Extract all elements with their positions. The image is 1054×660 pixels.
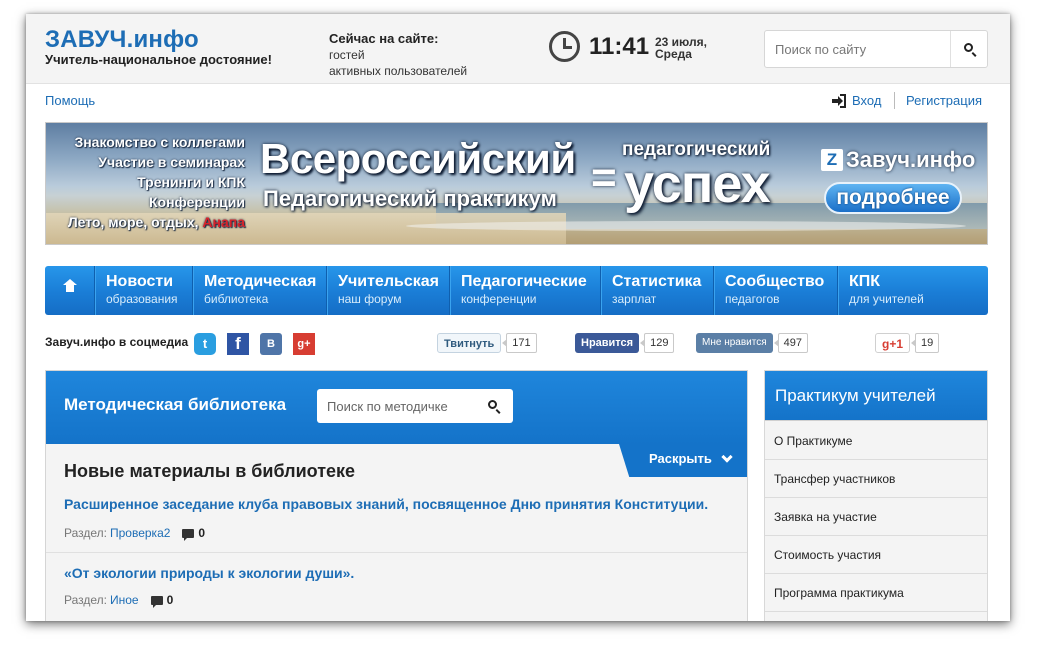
list-item: Расширенное заседание клуба правовых зна… [46,479,747,552]
online-users: активных пользователей [329,64,468,78]
vk-like: Мне нравится 497 [696,333,808,353]
library-panel: Методическая библиотека Новые материалы … [45,370,748,621]
clock-icon [549,31,580,62]
site-search [764,30,988,68]
banner-line-last: Лето, море, отдых, Анапа [67,214,245,230]
comment-icon [182,528,195,541]
vk-like-button[interactable]: Мне нравится [696,333,773,353]
nav-item-community[interactable]: Сообщество педагогов [714,266,838,315]
facebook-like-count: 129 [640,333,675,353]
material-link[interactable]: Расширенное заседание клуба правовых зна… [64,496,708,512]
nav-item-library[interactable]: Методическая библиотека [193,266,327,315]
banner-subtitle: Педагогический практикум [263,186,557,211]
banner-title: Всероссийский [260,135,576,182]
utility-divider [894,92,895,109]
nav-item-news[interactable]: Новости образования [95,266,193,315]
login-link[interactable]: Вход [832,93,881,108]
facebook-like: Нравится 129 [575,333,675,353]
library-search-input[interactable] [317,389,477,423]
date-weekday: Среда [655,47,692,61]
facebook-like-button[interactable]: Нравится [575,333,640,353]
nav-item-conferences[interactable]: Педагогические конференции [450,266,601,315]
current-date: 23 июля, Среда [655,36,707,60]
material-link[interactable]: «От экологии природы к экологии души». [64,565,354,581]
search-icon [964,43,973,52]
banner-more-button[interactable]: подробнее [824,182,962,214]
banner-brand-text: Завуч.инфо [846,147,976,172]
online-status: Сейчас на сайте: гостей активных пользов… [329,31,467,79]
search-icon[interactable] [488,400,497,409]
material-meta: Раздел: Проверка2 0 [64,526,206,541]
banner-line: Участие в семинарах [98,154,245,170]
vk-like-count: 497 [773,333,808,353]
banner-line: Конференции [148,194,245,210]
brand-logo-icon: Z [821,149,843,171]
online-title: Сейчас на сайте: [329,31,439,46]
site-tagline: Учитель-национальное достояние! [45,52,272,67]
library-title: Методическая библиотека [64,395,287,414]
comment-count: 0 [166,593,174,607]
expand-button[interactable]: Раскрыть [619,444,747,477]
help-link[interactable]: Помощь [45,93,95,108]
banner-line: Тренинги и КПК [137,174,245,190]
section-link[interactable]: Иное [110,593,139,607]
home-icon [63,279,77,296]
gplus-count: 19 [910,333,940,353]
login-icon [832,93,846,108]
site-search-button[interactable] [950,31,987,67]
material-meta: Раздел: Иное 0 [64,593,174,608]
gplus-share: g+1 19 [875,333,940,353]
chevron-down-icon [721,451,733,463]
banner-brand: Z Завуч.инфо [821,147,975,173]
promo-banner[interactable]: Знакомство с коллегами Участие в семинар… [45,122,988,245]
browser-page: ЗАВУЧ.инфо Учитель-национальное достояни… [26,14,1010,621]
sidebar-item-cost[interactable]: Стоимость участия [765,536,987,574]
login-label: Вход [852,93,882,108]
current-time: 11:41 [589,33,650,60]
banner-line: Знакомство с коллегами [74,134,245,150]
list-item: «От экологии природы к экологии души». Р… [46,552,747,621]
sidebar-item-about[interactable]: О Практикуме [765,422,987,460]
section-link[interactable]: Проверка2 [110,526,170,540]
tweet-count: 171 [502,333,537,353]
site-search-input[interactable] [765,31,951,67]
tweet-button[interactable]: Твитнуть [437,333,502,353]
gplus-button[interactable]: g+1 [875,333,911,353]
practicum-sidebar: Практикум учителей О Практикуме Трансфер… [764,370,988,621]
sidebar-title: Практикум учителей [765,371,987,421]
site-logo[interactable]: ЗАВУЧ.инфо [45,26,199,54]
google-plus-icon[interactable]: g+ [293,333,315,355]
nav-home[interactable] [45,266,95,315]
top-bar: ЗАВУЧ.инфо Учитель-национальное достояни… [26,14,1010,84]
social-label: Завуч.инфо в соцмедиа [45,335,189,349]
library-search [317,389,513,423]
banner-result-big: успех [624,154,771,214]
nav-item-forum[interactable]: Учительская наш форум [327,266,450,315]
register-link[interactable]: Регистрация [906,93,982,108]
vk-icon[interactable]: В [260,333,282,355]
sidebar-item-program[interactable]: Программа практикума [765,574,987,612]
online-guests: гостей [329,48,365,62]
twitter-icon[interactable]: t [194,333,216,355]
comment-count: 0 [198,526,206,540]
sidebar-item-application[interactable]: Заявка на участие [765,498,987,536]
banner-equals: = [591,153,617,202]
comment-icon [150,595,163,608]
nav-item-kpk[interactable]: КПК для учителей [838,266,988,315]
tweet-share: Твитнуть 171 [437,333,537,353]
sidebar-item-transfer[interactable]: Трансфер участников [765,460,987,498]
nav-item-salaries[interactable]: Статистика зарплат [601,266,714,315]
library-header: Методическая библиотека [46,371,747,444]
main-nav: Новости образования Методическая библиотек… [45,266,988,315]
facebook-icon[interactable]: f [227,333,249,355]
